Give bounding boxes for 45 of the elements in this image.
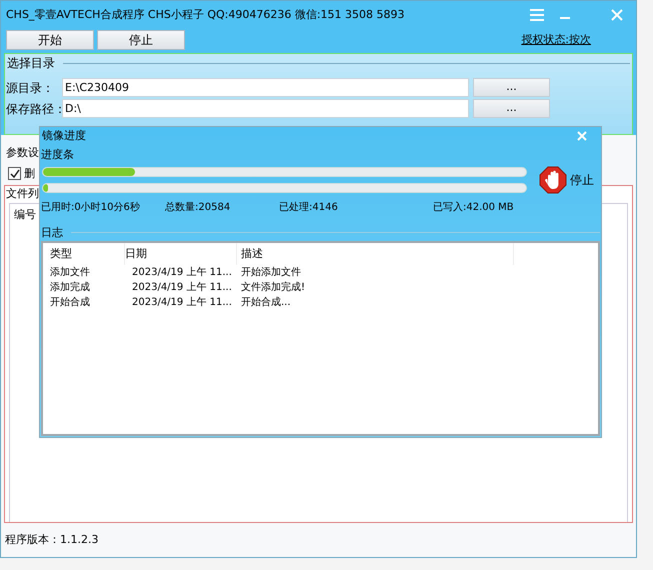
log-row[interactable]: 添加文件 2023/4/19 上午 11... 开始添加文件 <box>43 265 598 280</box>
log-cell-text: 添加文件 <box>49 266 91 280</box>
params-title: 参数设 <box>5 145 39 161</box>
column-header[interactable]: 类型 <box>43 243 125 265</box>
path-field[interactable]: E:\C230409 <box>62 78 469 97</box>
stat-text: 总数量:20584 <box>165 200 232 214</box>
field-label: 源目录： <box>5 80 55 96</box>
stat-text: 已处理:4146 <box>279 200 339 214</box>
log-cell-text: 开始合成... <box>240 296 292 310</box>
path-field[interactable]: D:\ <box>62 99 469 118</box>
field-label: 保存路径： <box>5 100 62 118</box>
column-header[interactable]: 描述 <box>237 243 514 265</box>
section-title: 日志 <box>41 224 63 240</box>
close-icon[interactable] <box>577 131 587 141</box>
stat-text: 已写入:42.00 MB <box>433 200 515 214</box>
section-title: 进度条 <box>40 147 75 163</box>
browse-button[interactable]: ... <box>473 99 550 118</box>
log-row[interactable]: 添加完成 2023/4/19 上午 11... 文件添加完成! <box>43 280 598 295</box>
close-icon[interactable] <box>611 9 623 21</box>
log-cell-text: 添加完成 <box>49 280 91 295</box>
column-header[interactable]: 编号 <box>14 208 36 220</box>
log-cell-text: 文件添加完成! <box>240 280 306 295</box>
stop-hand-icon <box>539 166 567 194</box>
menu-icon[interactable] <box>529 8 545 22</box>
checkbox-label: 删 <box>24 166 35 182</box>
dialog-title: 镜像进度 <box>42 128 86 144</box>
log-row[interactable]: 开始合成 2023/4/19 上午 11... 开始合成... <box>43 295 598 310</box>
status-bar-text: 程序版本：1.1.2.3 <box>4 532 98 548</box>
log-cell-text: 2023/4/19 上午 11... <box>131 266 233 280</box>
log-cell-text: 2023/4/19 上午 11... <box>131 296 233 310</box>
toolbar-button[interactable]: 开始 <box>6 30 94 50</box>
log-cell-text: 开始添加文件 <box>240 266 302 280</box>
stat-text: 已用时:0小时10分6秒 <box>41 200 141 214</box>
auth-status-link[interactable]: 授权状态:按次 <box>521 32 591 48</box>
group-title: 文件列 <box>5 186 39 202</box>
browse-button[interactable]: ... <box>473 78 550 97</box>
column-header[interactable]: 日期 <box>125 243 237 265</box>
window-title: CHS_零壹AVTECH合成程序 CHS小程子 QQ:490476236 微信:151 3508 5893 <box>6 6 405 23</box>
group-title: 选择目录 <box>7 55 55 72</box>
check-icon <box>10 168 20 179</box>
checkbox[interactable] <box>8 167 21 180</box>
log-cell-text: 开始合成 <box>49 296 91 310</box>
toolbar-button[interactable]: 停止 <box>97 30 185 50</box>
log-cell-text: 2023/4/19 上午 11... <box>131 280 233 295</box>
stop-button[interactable]: 停止 <box>539 166 594 194</box>
